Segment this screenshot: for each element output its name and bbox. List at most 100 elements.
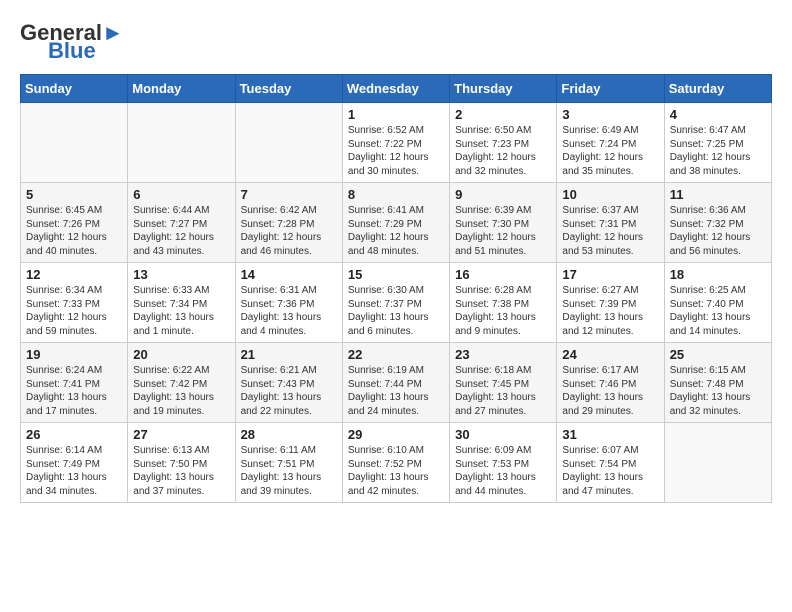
cell-info-text: Sunrise: 6:31 AM Sunset: 7:36 PM Dayligh… — [241, 284, 337, 338]
cell-info-text: Sunrise: 6:10 AM Sunset: 7:52 PM Dayligh… — [348, 444, 444, 498]
cell-day-number: 22 — [348, 347, 444, 362]
calendar-week-row: 26Sunrise: 6:14 AM Sunset: 7:49 PM Dayli… — [21, 423, 772, 503]
calendar-cell — [235, 103, 342, 183]
cell-day-number: 17 — [562, 267, 658, 282]
calendar-cell: 25 Sunrise: 6:15 AM Sunset: 7:48 PM Dayli… — [664, 343, 771, 423]
calendar-cell: 1 Sunrise: 6:52 AM Sunset: 7:22 PM Daylig… — [342, 103, 449, 183]
cell-info-text: Sunrise: 6:44 AM Sunset: 7:27 PM Dayligh… — [133, 204, 229, 258]
calendar-cell: 20Sunrise: 6:22 AM Sunset: 7:42 PM Dayli… — [128, 343, 235, 423]
cell-day-number: 6 — [133, 187, 229, 202]
calendar-cell: 22 Sunrise: 6:19 AM Sunset: 7:44 PM Dayli… — [342, 343, 449, 423]
cell-day-number: 31 — [562, 427, 658, 442]
cell-day-number: 9 — [455, 187, 551, 202]
cell-day-number: 27 — [133, 427, 229, 442]
cell-day-number: 2 — [455, 107, 551, 122]
cell-day-number: 14 — [241, 267, 337, 282]
cell-info-text: Sunrise: 6:30 AM Sunset: 7:37 PM Dayligh… — [348, 284, 444, 338]
cell-day-number: 20 — [133, 347, 229, 362]
cell-info-text: Sunrise: 6:36 AM Sunset: 7:32 PM Dayligh… — [670, 204, 766, 258]
logo: General► Blue — [20, 20, 124, 64]
calendar-cell: 10 Sunrise: 6:37 AM Sunset: 7:31 PM Dayli… — [557, 183, 664, 263]
cell-info-text: Sunrise: 6:25 AM Sunset: 7:40 PM Dayligh… — [670, 284, 766, 338]
calendar-cell: 6 Sunrise: 6:44 AM Sunset: 7:27 PM Daylig… — [128, 183, 235, 263]
calendar-cell: 26Sunrise: 6:14 AM Sunset: 7:49 PM Dayli… — [21, 423, 128, 503]
cell-day-number: 16 — [455, 267, 551, 282]
calendar-week-row: 12 Sunrise: 6:34 AM Sunset: 7:33 PM Dayli… — [21, 263, 772, 343]
calendar-cell: 21 Sunrise: 6:21 AM Sunset: 7:43 PM Dayli… — [235, 343, 342, 423]
calendar-cell: 16 Sunrise: 6:28 AM Sunset: 7:38 PM Dayli… — [450, 263, 557, 343]
cell-info-text: Sunrise: 6:21 AM Sunset: 7:43 PM Dayligh… — [241, 364, 337, 418]
cell-info-text: Sunrise: 6:39 AM Sunset: 7:30 PM Dayligh… — [455, 204, 551, 258]
calendar-cell: 30Sunrise: 6:09 AM Sunset: 7:53 PM Dayli… — [450, 423, 557, 503]
calendar-week-row: 5 Sunrise: 6:45 AM Sunset: 7:26 PM Daylig… — [21, 183, 772, 263]
weekday-header: Friday — [557, 75, 664, 103]
weekday-header: Saturday — [664, 75, 771, 103]
cell-day-number: 1 — [348, 107, 444, 122]
weekday-header: Sunday — [21, 75, 128, 103]
cell-info-text: Sunrise: 6:42 AM Sunset: 7:28 PM Dayligh… — [241, 204, 337, 258]
cell-day-number: 3 — [562, 107, 658, 122]
calendar-cell: 28Sunrise: 6:11 AM Sunset: 7:51 PM Dayli… — [235, 423, 342, 503]
cell-day-number: 11 — [670, 187, 766, 202]
calendar-cell: 27 Sunrise: 6:13 AM Sunset: 7:50 PM Dayli… — [128, 423, 235, 503]
cell-info-text: Sunrise: 6:19 AM Sunset: 7:44 PM Dayligh… — [348, 364, 444, 418]
calendar-cell: 8Sunrise: 6:41 AM Sunset: 7:29 PM Daylig… — [342, 183, 449, 263]
calendar-cell: 5 Sunrise: 6:45 AM Sunset: 7:26 PM Daylig… — [21, 183, 128, 263]
calendar-week-row: 19Sunrise: 6:24 AM Sunset: 7:41 PM Dayli… — [21, 343, 772, 423]
calendar-cell: 31Sunrise: 6:07 AM Sunset: 7:54 PM Dayli… — [557, 423, 664, 503]
weekday-header: Tuesday — [235, 75, 342, 103]
cell-day-number: 23 — [455, 347, 551, 362]
weekday-header: Wednesday — [342, 75, 449, 103]
calendar-cell: 7 Sunrise: 6:42 AM Sunset: 7:28 PM Daylig… — [235, 183, 342, 263]
cell-info-text: Sunrise: 6:18 AM Sunset: 7:45 PM Dayligh… — [455, 364, 551, 418]
cell-day-number: 5 — [26, 187, 122, 202]
cell-day-number: 13 — [133, 267, 229, 282]
calendar-cell: 17 Sunrise: 6:27 AM Sunset: 7:39 PM Dayli… — [557, 263, 664, 343]
calendar-table: SundayMondayTuesdayWednesdayThursdayFrid… — [20, 74, 772, 503]
calendar-cell — [21, 103, 128, 183]
cell-info-text: Sunrise: 6:27 AM Sunset: 7:39 PM Dayligh… — [562, 284, 658, 338]
calendar-cell: 2 Sunrise: 6:50 AM Sunset: 7:23 PM Daylig… — [450, 103, 557, 183]
cell-info-text: Sunrise: 6:45 AM Sunset: 7:26 PM Dayligh… — [26, 204, 122, 258]
cell-day-number: 24 — [562, 347, 658, 362]
cell-info-text: Sunrise: 6:15 AM Sunset: 7:48 PM Dayligh… — [670, 364, 766, 418]
calendar-cell: 24 Sunrise: 6:17 AM Sunset: 7:46 PM Dayli… — [557, 343, 664, 423]
cell-day-number: 4 — [670, 107, 766, 122]
calendar-cell: 19Sunrise: 6:24 AM Sunset: 7:41 PM Dayli… — [21, 343, 128, 423]
cell-day-number: 28 — [241, 427, 337, 442]
calendar-cell: 15 Sunrise: 6:30 AM Sunset: 7:37 PM Dayli… — [342, 263, 449, 343]
cell-info-text: Sunrise: 6:13 AM Sunset: 7:50 PM Dayligh… — [133, 444, 229, 498]
calendar-cell: 3 Sunrise: 6:49 AM Sunset: 7:24 PM Daylig… — [557, 103, 664, 183]
calendar-cell: 11 Sunrise: 6:36 AM Sunset: 7:32 PM Dayli… — [664, 183, 771, 263]
calendar-cell: 23 Sunrise: 6:18 AM Sunset: 7:45 PM Dayli… — [450, 343, 557, 423]
calendar-cell: 14 Sunrise: 6:31 AM Sunset: 7:36 PM Dayli… — [235, 263, 342, 343]
cell-day-number: 8 — [348, 187, 444, 202]
cell-info-text: Sunrise: 6:49 AM Sunset: 7:24 PM Dayligh… — [562, 124, 658, 178]
cell-day-number: 10 — [562, 187, 658, 202]
weekday-header: Monday — [128, 75, 235, 103]
calendar-cell — [664, 423, 771, 503]
cell-info-text: Sunrise: 6:28 AM Sunset: 7:38 PM Dayligh… — [455, 284, 551, 338]
cell-day-number: 19 — [26, 347, 122, 362]
cell-info-text: Sunrise: 6:50 AM Sunset: 7:23 PM Dayligh… — [455, 124, 551, 178]
cell-day-number: 25 — [670, 347, 766, 362]
cell-day-number: 29 — [348, 427, 444, 442]
cell-day-number: 7 — [241, 187, 337, 202]
calendar-cell: 18 Sunrise: 6:25 AM Sunset: 7:40 PM Dayli… — [664, 263, 771, 343]
cell-info-text: Sunrise: 6:17 AM Sunset: 7:46 PM Dayligh… — [562, 364, 658, 418]
cell-info-text: Sunrise: 6:34 AM Sunset: 7:33 PM Dayligh… — [26, 284, 122, 338]
cell-info-text: Sunrise: 6:47 AM Sunset: 7:25 PM Dayligh… — [670, 124, 766, 178]
calendar-header-row: SundayMondayTuesdayWednesdayThursdayFrid… — [21, 75, 772, 103]
cell-day-number: 15 — [348, 267, 444, 282]
cell-day-number: 26 — [26, 427, 122, 442]
cell-info-text: Sunrise: 6:37 AM Sunset: 7:31 PM Dayligh… — [562, 204, 658, 258]
cell-info-text: Sunrise: 6:09 AM Sunset: 7:53 PM Dayligh… — [455, 444, 551, 498]
calendar-cell: 29 Sunrise: 6:10 AM Sunset: 7:52 PM Dayli… — [342, 423, 449, 503]
cell-day-number: 12 — [26, 267, 122, 282]
cell-day-number: 21 — [241, 347, 337, 362]
cell-day-number: 18 — [670, 267, 766, 282]
cell-info-text: Sunrise: 6:52 AM Sunset: 7:22 PM Dayligh… — [348, 124, 444, 178]
page: General► Blue SundayMondayTuesdayWednesd… — [0, 0, 792, 513]
calendar-cell: 13Sunrise: 6:33 AM Sunset: 7:34 PM Dayli… — [128, 263, 235, 343]
logo-blue-text: Blue — [48, 38, 96, 64]
